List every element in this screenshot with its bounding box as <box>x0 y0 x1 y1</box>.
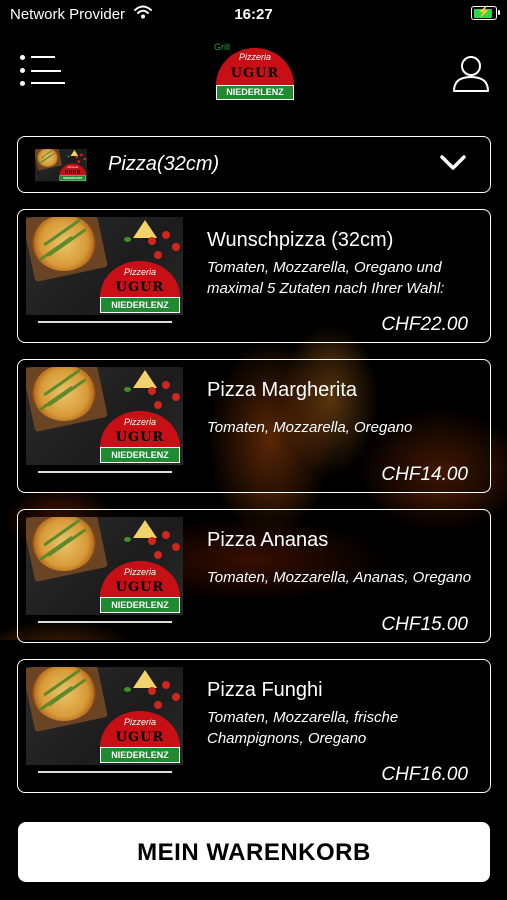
cart-button[interactable]: MEIN WARENKORB <box>18 822 490 882</box>
category-thumbnail: Pizzeria UGUR NIEDERLENZ <box>35 149 87 182</box>
clock: 16:27 <box>234 6 273 23</box>
user-icon <box>453 56 489 92</box>
product-title: Pizza Ananas <box>207 529 329 551</box>
product-card[interactable]: Pizzeria UGUR NIEDERLENZ Pizza Margherita … <box>17 359 491 493</box>
cart-button-label: MEIN WARENKORB <box>137 839 371 866</box>
image-divider <box>38 771 172 773</box>
charging-bolt-icon: ⚡ <box>477 6 491 18</box>
logo-grill-text: Grill <box>214 42 230 52</box>
product-price: CHF15.00 <box>381 614 468 635</box>
chevron-down-icon <box>440 155 466 170</box>
product-image: Pizzeria UGUR NIEDERLENZ <box>26 367 183 465</box>
menu-button[interactable] <box>20 55 66 87</box>
restaurant-logo-image: Pizzeria UGUR NIEDERLENZ <box>100 411 180 463</box>
logo-pizzeria-text: Pizzeria <box>238 52 271 62</box>
product-title: Pizza Margherita <box>207 379 358 401</box>
product-title: Pizza Funghi <box>207 679 323 701</box>
product-description: Tomaten, Mozzarella, Oregano <box>207 419 413 436</box>
product-description: Tomaten, Mozzarella, frische Champignons… <box>207 709 399 747</box>
product-description: Tomaten, Mozzarella, Oregano und maximal… <box>207 259 445 297</box>
product-card[interactable]: Pizzeria UGUR NIEDERLENZ Pizza Funghi Toma… <box>17 659 491 793</box>
restaurant-logo-image: Pizzeria UGUR NIEDERLENZ <box>59 163 87 181</box>
product-image: Pizzeria UGUR NIEDERLENZ <box>26 217 183 315</box>
product-price: CHF16.00 <box>381 764 468 785</box>
category-label: Pizza(32cm) <box>108 153 220 175</box>
image-divider <box>38 621 172 623</box>
restaurant-logo-image: Pizzeria UGUR NIEDERLENZ <box>100 711 180 763</box>
logo-brand-text: UGUR <box>230 66 280 81</box>
battery-icon: ⚡ <box>471 6 500 20</box>
product-title: Wunschpizza (32cm) <box>207 229 394 251</box>
product-image: Pizzeria UGUR NIEDERLENZ <box>26 667 183 765</box>
restaurant-logo: Grill Pizzeria UGUR NIEDERLENZ <box>214 42 294 100</box>
restaurant-logo-image: Pizzeria UGUR NIEDERLENZ <box>100 561 180 613</box>
image-divider <box>38 321 172 323</box>
product-description: Tomaten, Mozzarella, Ananas, Oregano <box>207 569 472 586</box>
menu-icon <box>20 55 25 60</box>
product-price: CHF22.00 <box>381 314 468 335</box>
profile-button[interactable] <box>452 53 490 93</box>
product-price: CHF14.00 <box>381 464 468 485</box>
image-divider <box>38 471 172 473</box>
logo-location-band: NIEDERLENZ <box>216 85 294 100</box>
product-image: Pizzeria UGUR NIEDERLENZ <box>26 517 183 615</box>
restaurant-logo-image: Pizzeria UGUR NIEDERLENZ <box>100 261 180 313</box>
status-bar: Network Provider 16:27 ⚡ <box>0 0 507 28</box>
product-card[interactable]: Pizzeria UGUR NIEDERLENZ Wunschpizza (32cm… <box>17 209 491 343</box>
category-dropdown[interactable]: Pizzeria UGUR NIEDERLENZ Pizza(32cm) <box>17 136 491 193</box>
product-card[interactable]: Pizzeria UGUR NIEDERLENZ Pizza Ananas Toma… <box>17 509 491 643</box>
